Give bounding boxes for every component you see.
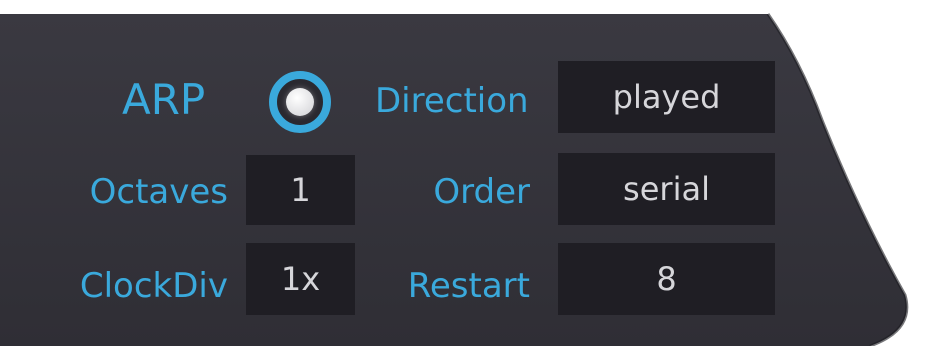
restart-label: Restart [407,266,530,306]
direction-value-field[interactable]: played [558,61,775,133]
octaves-value-field[interactable]: 1 [246,155,355,225]
direction-label: Direction [375,81,529,121]
clockdiv-value-field[interactable]: 1x [246,243,355,315]
clockdiv-label: ClockDiv [79,266,228,306]
order-value-field[interactable]: serial [558,153,775,225]
arp-label: ARP [122,75,206,124]
arp-toggle-button[interactable] [266,68,334,136]
order-label: Order [433,172,530,212]
octaves-label: Octaves [89,172,228,212]
restart-value-field[interactable]: 8 [558,243,775,315]
toggle-led-icon [286,88,314,116]
